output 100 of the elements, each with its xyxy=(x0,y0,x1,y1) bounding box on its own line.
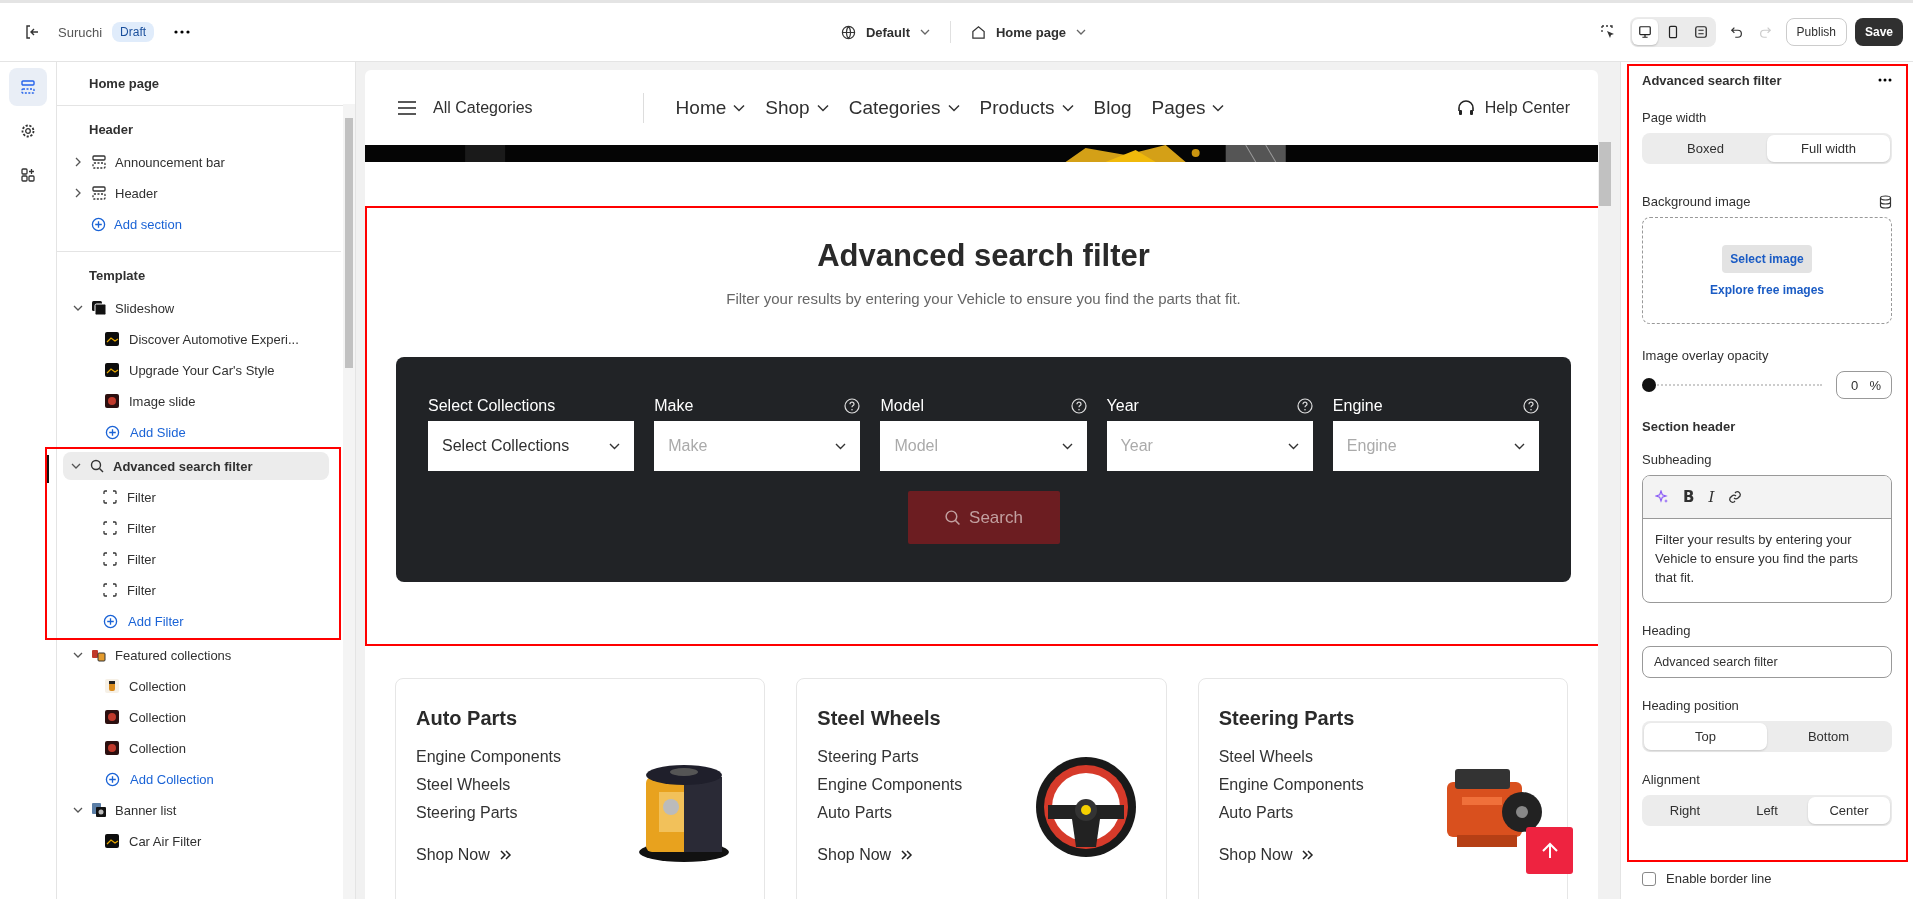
block-item[interactable]: Filter xyxy=(63,576,329,604)
more-icon[interactable] xyxy=(1878,78,1892,82)
theme-selector[interactable]: Default xyxy=(840,24,930,40)
card-link[interactable]: Engine Components xyxy=(817,776,963,794)
chevron-icon[interactable] xyxy=(73,650,83,660)
scroll-top-button[interactable] xyxy=(1526,827,1573,874)
add-block-button[interactable]: Add Slide xyxy=(65,418,329,446)
block-item[interactable]: Collection xyxy=(65,672,329,700)
chevron-icon[interactable] xyxy=(73,805,83,815)
add-block-button[interactable]: Add Collection xyxy=(65,765,329,793)
chevron-icon[interactable] xyxy=(73,303,83,313)
alignment-option[interactable]: Left xyxy=(1726,796,1808,824)
database-icon[interactable] xyxy=(1879,194,1892,209)
block-item[interactable]: Collection xyxy=(65,734,329,762)
chevron-icon[interactable] xyxy=(73,188,83,198)
card-link[interactable]: Auto Parts xyxy=(1218,804,1294,822)
chevron-icon xyxy=(1076,29,1087,35)
nav-link[interactable]: Pages xyxy=(1151,96,1225,119)
help-center-link[interactable]: Help Center xyxy=(1484,98,1570,117)
card-title: Auto Parts xyxy=(416,707,518,730)
chevron-icon xyxy=(1061,103,1074,112)
section-item[interactable]: Slideshow xyxy=(65,294,329,322)
checkbox-label: Enable border line xyxy=(1666,871,1772,886)
add-block-button[interactable]: Add Filter xyxy=(63,607,327,635)
card-link[interactable]: Steering Parts xyxy=(817,748,919,766)
heading-input[interactable]: Advanced search filter xyxy=(1642,645,1892,678)
sparkle-icon[interactable] xyxy=(1655,490,1669,504)
select-image-button[interactable]: Select image xyxy=(1722,244,1812,273)
shop-now-link[interactable]: Shop Now xyxy=(1218,846,1315,864)
width-option[interactable]: Full width xyxy=(1767,135,1890,162)
block-item[interactable]: Filter xyxy=(63,514,329,542)
section-item[interactable]: Header xyxy=(65,179,329,207)
opacity-slider[interactable] xyxy=(1642,378,1822,392)
menu-icon[interactable] xyxy=(397,99,417,116)
publish-button[interactable]: Publish xyxy=(1785,18,1847,46)
help-icon[interactable] xyxy=(1296,398,1313,414)
bold-button[interactable]: B xyxy=(1683,488,1695,506)
section-item[interactable]: Banner list xyxy=(65,796,329,824)
slider-thumb[interactable] xyxy=(1642,378,1656,392)
chevron-icon[interactable] xyxy=(71,461,81,471)
block-item[interactable]: Image slide xyxy=(65,387,329,415)
block-item[interactable]: Upgrade Your Car's Style xyxy=(65,356,329,384)
card-link[interactable]: Auto Parts xyxy=(817,804,893,822)
card-link[interactable]: Steering Parts xyxy=(416,804,518,822)
help-icon[interactable] xyxy=(844,398,861,414)
card-link[interactable]: Steel Wheels xyxy=(416,776,511,794)
select-field[interactable]: Select Collections xyxy=(428,421,635,471)
position-option[interactable]: Top xyxy=(1644,722,1767,750)
nav-link[interactable]: Shop xyxy=(765,96,829,119)
checkbox[interactable] xyxy=(1642,871,1656,886)
add-section-button[interactable]: Add section xyxy=(65,210,331,238)
page-selector[interactable]: Home page xyxy=(971,24,1087,40)
rich-text-editor[interactable]: B I Filter your results by entering your Vehicle to ensure you find the parts that fit. xyxy=(1642,475,1892,603)
section-item[interactable]: Featured collections xyxy=(65,641,329,669)
italic-button[interactable]: I xyxy=(1708,488,1715,506)
shop-now-link[interactable]: Shop Now xyxy=(817,846,914,864)
section-item[interactable]: Advanced search filter xyxy=(63,452,329,480)
link-icon[interactable] xyxy=(1728,490,1743,504)
status-badge: Draft xyxy=(112,22,155,42)
inspect-icon[interactable] xyxy=(1599,24,1616,40)
chevron-icon[interactable] xyxy=(73,157,83,167)
desktop-view-button[interactable] xyxy=(1631,19,1658,45)
image-dropzone[interactable]: Select image Explore free images xyxy=(1642,217,1892,324)
layout-icon xyxy=(1693,25,1708,39)
block-item[interactable]: Collection xyxy=(65,703,329,731)
plus-icon xyxy=(105,771,120,787)
help-icon[interactable] xyxy=(1523,398,1539,414)
more-icon[interactable] xyxy=(174,30,191,34)
section-item[interactable]: Announcement bar xyxy=(65,148,329,176)
nav-link[interactable]: Products xyxy=(979,96,1074,119)
exit-icon[interactable] xyxy=(24,24,40,40)
save-button[interactable]: Save xyxy=(1854,18,1903,46)
card-link[interactable]: Steel Wheels xyxy=(1218,748,1313,766)
alignment-option[interactable]: Center xyxy=(1808,796,1890,824)
block-item[interactable]: Car Air Filter xyxy=(65,827,329,855)
nav-link[interactable]: Blog xyxy=(1093,96,1132,119)
width-option[interactable]: Boxed xyxy=(1644,135,1767,162)
shop-now-link[interactable]: Shop Now xyxy=(416,846,512,864)
thumbnail-icon xyxy=(105,741,119,755)
nav-link[interactable]: Categories xyxy=(848,96,960,119)
nav-link[interactable]: Home xyxy=(675,96,746,119)
help-icon[interactable] xyxy=(1070,398,1087,414)
field-label: Engine xyxy=(1332,397,1383,415)
block-item[interactable]: Filter xyxy=(63,545,329,573)
sections-rail-button[interactable] xyxy=(9,68,47,106)
position-option[interactable]: Bottom xyxy=(1767,722,1890,750)
undo-icon[interactable] xyxy=(1729,25,1744,39)
scrollbar[interactable] xyxy=(343,104,355,899)
block-item[interactable]: Discover Automotive Experi... xyxy=(65,325,329,353)
card-link[interactable]: Engine Components xyxy=(416,748,561,766)
field-label: Alignment xyxy=(1642,771,1701,787)
field-label: Model xyxy=(880,397,924,415)
explore-images-link[interactable]: Explore free images xyxy=(1709,282,1825,297)
card-title: Steel Wheels xyxy=(817,707,941,730)
sections-icon xyxy=(20,79,36,95)
card-link[interactable]: Engine Components xyxy=(1218,776,1364,794)
all-categories-link[interactable]: All Categories xyxy=(433,98,533,117)
opacity-field[interactable]: 0 % xyxy=(1836,371,1892,399)
alignment-option[interactable]: Right xyxy=(1644,796,1726,824)
block-item[interactable]: Filter xyxy=(63,483,329,511)
